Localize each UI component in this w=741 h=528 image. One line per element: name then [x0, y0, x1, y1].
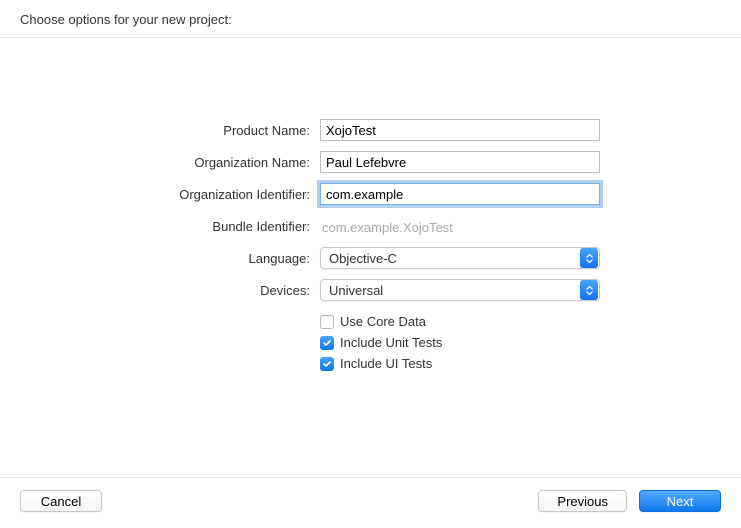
include-unit-tests-label: Include Unit Tests [340, 335, 442, 350]
form-content: Product Name: Organization Name: Organiz… [0, 38, 741, 477]
use-core-data-label: Use Core Data [340, 314, 426, 329]
previous-button[interactable]: Previous [538, 490, 627, 512]
include-ui-tests-checkbox[interactable] [320, 357, 334, 371]
language-select-value: Objective-C [321, 251, 580, 266]
bundle-identifier-label: Bundle Identifier: [40, 219, 320, 234]
include-ui-tests-label: Include UI Tests [340, 356, 432, 371]
dialog-header: Choose options for your new project: [0, 0, 741, 38]
organization-name-input[interactable] [320, 151, 600, 173]
dialog-footer: Cancel Previous Next [0, 477, 741, 528]
chevron-up-down-icon [580, 280, 598, 300]
dialog-title: Choose options for your new project: [20, 12, 721, 27]
devices-select[interactable]: Universal [320, 279, 600, 301]
devices-select-value: Universal [321, 283, 580, 298]
include-unit-tests-checkbox[interactable] [320, 336, 334, 350]
use-core-data-checkbox[interactable] [320, 315, 334, 329]
language-select[interactable]: Objective-C [320, 247, 600, 269]
organization-identifier-input[interactable] [320, 183, 600, 205]
product-name-label: Product Name: [40, 123, 320, 138]
chevron-up-down-icon [580, 248, 598, 268]
product-name-input[interactable] [320, 119, 600, 141]
next-button[interactable]: Next [639, 490, 721, 512]
organization-identifier-label: Organization Identifier: [40, 187, 320, 202]
devices-label: Devices: [40, 283, 320, 298]
cancel-button[interactable]: Cancel [20, 490, 102, 512]
language-label: Language: [40, 251, 320, 266]
organization-name-label: Organization Name: [40, 155, 320, 170]
bundle-identifier-value: com.example.XojoTest [320, 218, 453, 235]
